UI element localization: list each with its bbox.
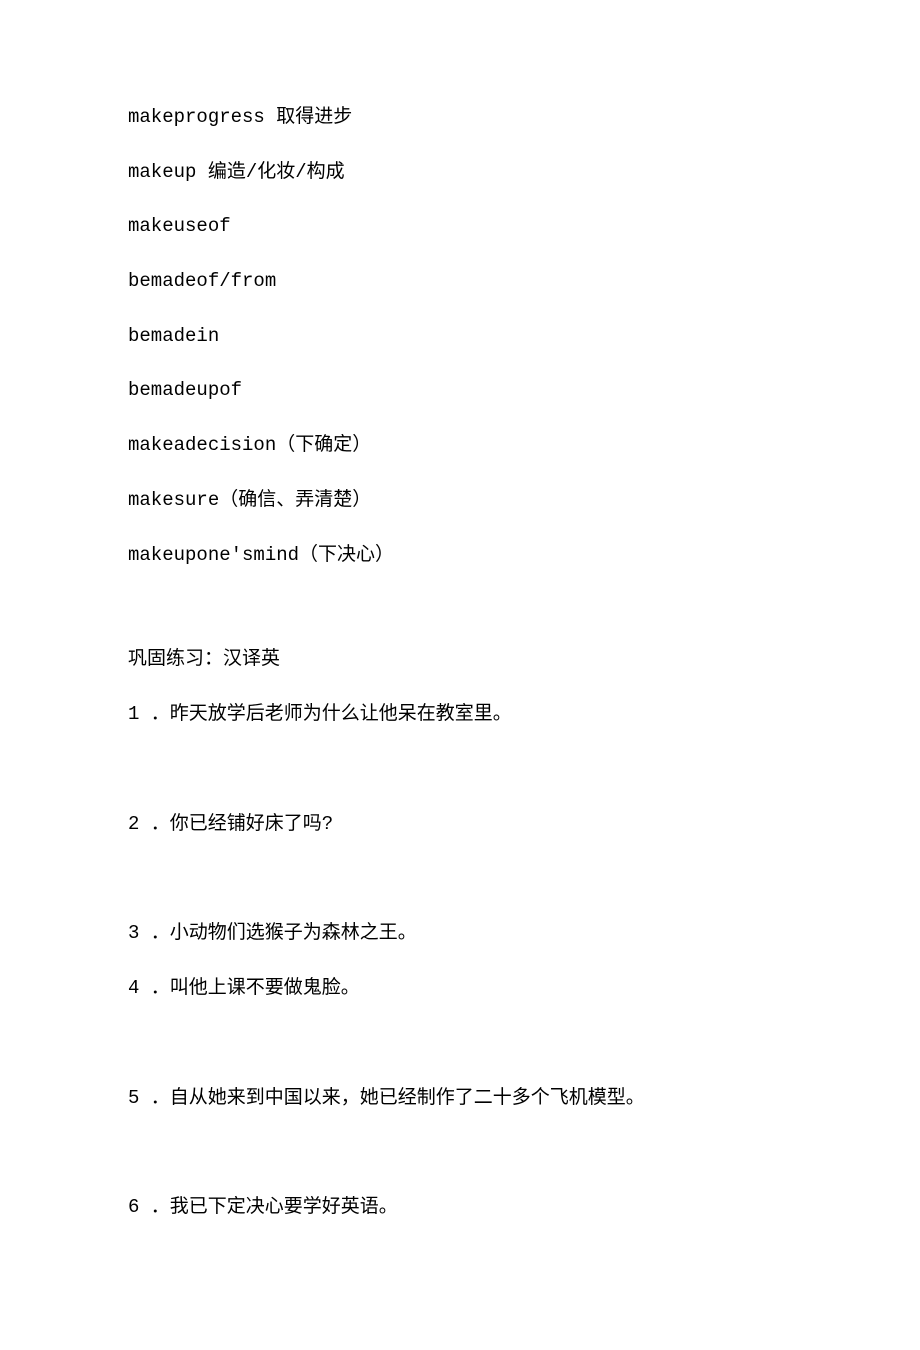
vocab-item: makesure（确信、弄清楚） [128,488,800,513]
vocab-item: bemadeof/from [128,269,800,294]
question-item: 6 ．我已下定决心要学好英语。 [128,1195,800,1220]
question-item: 5 ．自从她来到中国以来，她已经制作了二十多个飞机模型。 [128,1086,800,1111]
vocab-item: makeadecision（下确定） [128,433,800,458]
vocab-item: makeuseof [128,214,800,239]
question-item: 2 ．你已经铺好床了吗? [128,812,800,837]
question-item: 3 ．小动物们选猴子为森林之王。 [128,921,800,946]
question-item: 4 ．叫他上课不要做鬼脸。 [128,976,800,1001]
practice-header: 巩固练习：汉译英 [128,647,800,672]
vocab-item: bemadeupof [128,378,800,403]
document-page: makeprogress 取得进步 makeup 编造/化妆/构成 makeus… [0,0,920,1350]
question-item: 1 ．昨天放学后老师为什么让他呆在教室里。 [128,702,800,727]
vocab-item: makeup 编造/化妆/构成 [128,160,800,185]
vocab-item: makeprogress 取得进步 [128,105,800,130]
vocab-item: makeupone'smind（下决心） [128,543,800,568]
vocab-item: bemadein [128,324,800,349]
